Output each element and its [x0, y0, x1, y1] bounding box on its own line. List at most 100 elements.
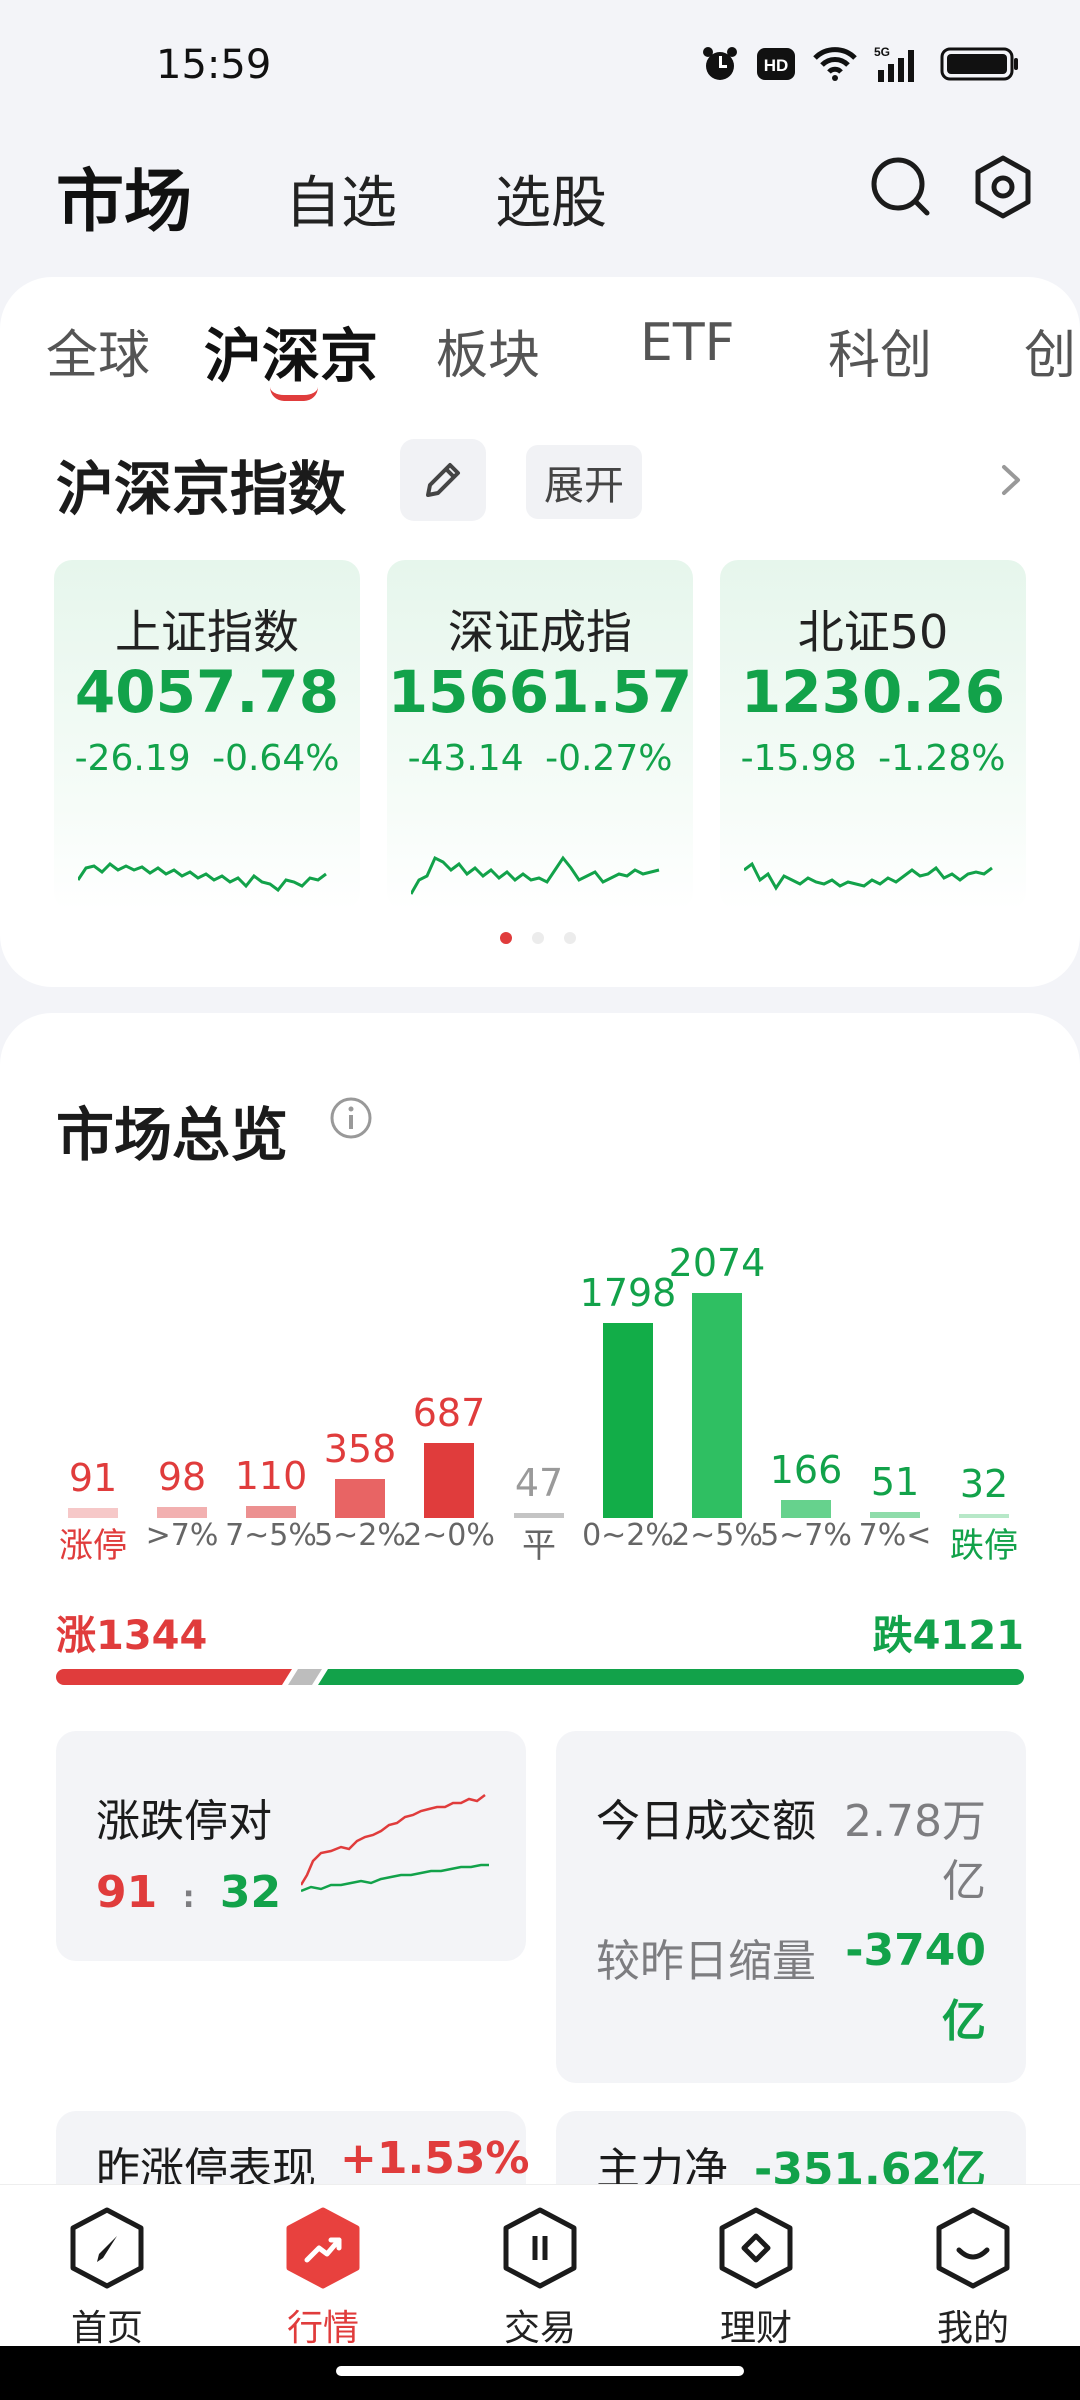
hd-icon: HD: [756, 44, 796, 84]
nav-trade[interactable]: 交易: [465, 2203, 615, 2351]
ratio-separator: :: [182, 1880, 195, 1915]
index-name: 深证成指: [448, 605, 632, 659]
battery-icon: [940, 44, 1020, 84]
bar-category-label: >7%: [145, 1518, 219, 1553]
bar-value-label: 47: [514, 1461, 564, 1505]
tab-etf[interactable]: ETF: [640, 313, 735, 373]
hd-text: HD: [764, 56, 789, 75]
clock: 15:59: [156, 42, 272, 88]
search-icon: [871, 157, 930, 216]
expand-button[interactable]: 展开: [526, 445, 642, 519]
index-card-bse50[interactable]: 北证50 1230.26 -15.98 -1.28%: [720, 560, 1026, 910]
nav-label: 我的: [936, 2308, 1009, 2349]
turnover-compare-unit: 亿: [942, 1996, 986, 2047]
flat-segment: [288, 1669, 322, 1685]
bar-5~2%: [335, 1479, 385, 1518]
bar-category-label: 7%<: [858, 1518, 932, 1553]
smile-icon: [936, 2207, 1010, 2289]
nav-label: 行情: [286, 2308, 359, 2349]
bottom-navigation: 首页 行情 交易 理财 我的: [0, 2184, 1080, 2349]
limit-pair-trend-chart: [301, 1794, 489, 1893]
index-change-value: -43.14: [407, 738, 524, 779]
index-card-sse[interactable]: 上证指数 4057.78 -26.19 -0.64%: [54, 560, 360, 910]
nav-market[interactable]: 行情: [248, 2203, 398, 2351]
pencil-icon: [426, 463, 460, 497]
limit-pair-values: 91 : 32: [96, 1867, 281, 1918]
tab-global[interactable]: 全球: [46, 313, 150, 388]
wifi-icon: [812, 44, 858, 84]
search-button[interactable]: [866, 152, 936, 222]
page-dot-active: [500, 932, 512, 944]
edit-button[interactable]: [400, 439, 486, 521]
rise-count: 涨1344: [56, 1613, 208, 1659]
bar-category-label: 7~5%: [225, 1518, 317, 1553]
index-name: 上证指数: [115, 605, 299, 659]
turnover-value: 2.78万: [844, 1796, 986, 1847]
nav-home[interactable]: 首页: [32, 2203, 182, 2351]
bar-value-label: 358: [323, 1427, 397, 1471]
index-change: -15.98 -1.28%: [720, 738, 1026, 779]
index-change-percent: -0.27%: [545, 738, 673, 779]
status-bar: 15:59 HD 5G: [0, 0, 1080, 120]
bar-value-label: 98: [157, 1455, 207, 1499]
index-panel: 全球 沪深京 板块 ETF 科创 创 沪深京指数 展开 上证指数 4057.78…: [0, 277, 1080, 987]
bar-value-label: 51: [870, 1460, 920, 1504]
index-change-percent: -0.64%: [212, 738, 340, 779]
carousel-pagination: [500, 932, 576, 944]
home-gesture-bar[interactable]: [336, 2366, 744, 2376]
bar-value-label: 110: [234, 1454, 308, 1498]
tab-sectors[interactable]: 板块: [436, 313, 540, 388]
bar-value-label: 1798: [579, 1271, 677, 1315]
bar-value-label: 32: [959, 1462, 1009, 1506]
bar-0~2%: [603, 1323, 653, 1518]
limit-pair-title: 涨跌停对: [96, 1796, 272, 1847]
index-change-value: -26.19: [74, 738, 191, 779]
bar-category-label: 5~2%: [314, 1518, 406, 1553]
index-card-szse[interactable]: 深证成指 15661.57 -43.14 -0.27%: [387, 560, 693, 910]
bar-category-label: 5~7%: [760, 1518, 852, 1553]
bar-category-label: 2~5%: [671, 1518, 763, 1553]
index-change-value: -15.98: [740, 738, 857, 779]
index-price: 4057.78: [74, 658, 340, 726]
index-price: 1230.26: [740, 658, 1006, 726]
index-change-percent: -1.28%: [878, 738, 1006, 779]
tab-shanghai-shenzhen-beijing[interactable]: 沪深京: [204, 309, 378, 393]
turnover-card[interactable]: 今日成交额 2.78万 亿 较昨日缩量 -3740 亿: [556, 1731, 1026, 2083]
nav-wealth[interactable]: 理财: [681, 2203, 831, 2351]
tab-stock-screener[interactable]: 选股: [495, 158, 607, 239]
limit-pair-card[interactable]: 涨跌停对 91 : 32: [56, 1731, 526, 1961]
market-tabs: 全球 沪深京 板块 ETF 科创 创: [0, 277, 1080, 407]
bar-category-label: 涨停: [59, 1526, 127, 1566]
index-change: -43.14 -0.27%: [387, 738, 693, 779]
bar-category-label: 2~0%: [403, 1518, 495, 1553]
turnover-unit: 亿: [942, 1856, 986, 1907]
top-navigation: 市场 自选 选股: [0, 130, 1080, 250]
yesterday-limit-value: +1.53%: [340, 2133, 530, 2184]
bar->7%: [157, 1507, 207, 1518]
nav-label: 理财: [719, 2308, 792, 2349]
signal-icon: 5G: [874, 44, 924, 84]
tab-chinext[interactable]: 创: [1024, 313, 1076, 388]
tab-star-market[interactable]: 科创: [828, 313, 932, 388]
page-dot: [532, 932, 544, 944]
limit-down-count: 32: [219, 1867, 282, 1918]
nav-label: 交易: [503, 2308, 576, 2349]
tab-watchlist[interactable]: 自选: [285, 158, 397, 239]
compass-icon: [70, 2207, 144, 2289]
tab-market[interactable]: 市场: [56, 146, 192, 245]
rise-segment: [56, 1669, 292, 1685]
index-section-title: 沪深京指数: [56, 455, 347, 523]
settings-button[interactable]: [968, 152, 1038, 222]
bar-category-label: 平: [522, 1526, 556, 1566]
bar-value-label: 2074: [668, 1241, 766, 1285]
fall-segment: [318, 1669, 1024, 1685]
bar-category-label: 0~2%: [582, 1518, 674, 1553]
bar-value-label: 687: [412, 1391, 486, 1435]
diamond-icon: [719, 2207, 793, 2289]
bar-value-label: 166: [769, 1448, 843, 1492]
turnover-title: 今日成交额: [596, 1796, 816, 1847]
nav-profile[interactable]: 我的: [898, 2203, 1048, 2351]
nav-label: 首页: [70, 2308, 143, 2349]
chevron-right-icon[interactable]: [996, 455, 1026, 505]
bar-value-label: 91: [68, 1456, 118, 1500]
